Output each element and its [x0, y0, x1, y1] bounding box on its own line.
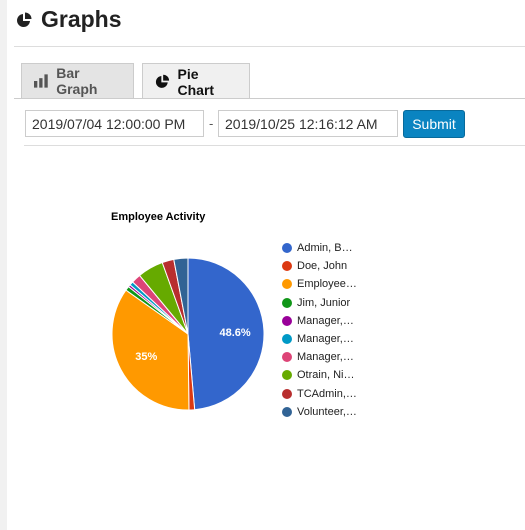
legend-label: Doe, John [297, 260, 348, 273]
legend-swatch [282, 279, 292, 290]
legend-item[interactable]: TCAdmin,… [282, 385, 357, 403]
chart-legend: Admin, B… Doe, John Employee… Jim, Junior Ma… [282, 239, 357, 421]
legend-item[interactable]: Volunteer,… [282, 403, 357, 421]
legend-item[interactable]: Otrain, Ni… [282, 366, 357, 384]
legend-label: Manager,… [297, 351, 354, 364]
legend-label: Otrain, Ni… [297, 369, 355, 382]
legend-swatch [282, 406, 292, 417]
legend-swatch [282, 334, 292, 345]
legend-item[interactable]: Doe, John [282, 257, 357, 275]
legend-swatch [282, 352, 292, 363]
legend-item[interactable]: Employee… [282, 275, 357, 293]
slice-label: 48.6% [219, 327, 250, 339]
legend-swatch [282, 261, 292, 272]
legend-swatch [282, 388, 292, 399]
legend-swatch [282, 370, 292, 381]
legend-item[interactable]: Admin, B… [282, 239, 357, 257]
legend-swatch [282, 243, 292, 254]
pie-chart: 48.6% 35% [111, 257, 265, 411]
legend-label: Manager,… [297, 333, 354, 346]
legend-label: Admin, B… [297, 242, 353, 255]
legend-label: Manager,… [297, 314, 354, 327]
legend-label: Jim, Junior [297, 296, 351, 309]
legend-item[interactable]: Manager,… [282, 348, 357, 366]
legend-label: TCAdmin,… [297, 387, 357, 400]
legend-item[interactable]: Manager,… [282, 330, 357, 348]
legend-label: Employee… [297, 278, 357, 291]
legend-item[interactable]: Manager,… [282, 312, 357, 330]
slice-label: 35% [135, 351, 157, 363]
legend-label: Volunteer,… [297, 405, 357, 418]
legend-swatch [282, 315, 292, 326]
legend-item[interactable]: Jim, Junior [282, 294, 357, 312]
legend-swatch [282, 297, 292, 308]
